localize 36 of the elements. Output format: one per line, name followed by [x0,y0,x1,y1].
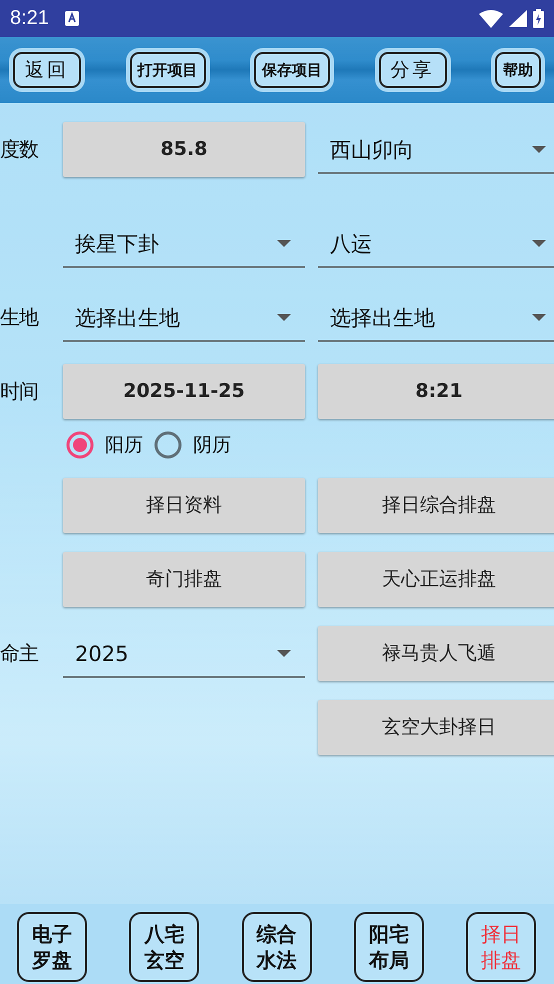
action-button[interactable]: 奇门排盘 [63,552,305,606]
field-label: 生地 [0,304,40,330]
action-button[interactable]: 天心正运排盘 [318,552,554,606]
value-button[interactable]: 2025-11-25 [63,364,305,418]
action-button[interactable]: 玄空大卦择日 [318,700,554,754]
dropdown-caret-icon [532,314,546,322]
dropdown-field[interactable]: 西山卯向 [318,128,554,174]
dropdown-caret-icon [532,240,546,248]
field-label: 时间 [0,378,39,404]
dropdown-field[interactable]: 选择出生地 [318,296,554,342]
field-label: 度数 [0,136,40,162]
signal-icon [509,10,527,27]
dropdown-caret-icon [277,314,291,322]
nav-button[interactable]: 阳宅布局 [354,912,424,982]
radio-option[interactable]: 阳历 [63,430,143,460]
wifi-icon [479,10,503,28]
dropdown-field[interactable]: 八运 [318,222,554,268]
clock-time: 8:21 [10,7,49,30]
dropdown-field[interactable]: 挨星下卦 [63,222,305,268]
nav-button[interactable]: 电子罗盘 [17,912,87,982]
dropdown-caret-icon [532,146,546,154]
nav-button[interactable]: 八宅玄空 [129,912,200,982]
action-button[interactable]: 择日综合排盘 [318,478,554,532]
dropdown-caret-icon [277,650,291,658]
value-button[interactable]: 8:21 [318,364,554,418]
action-button[interactable]: 禄马贵人飞遁 [318,626,554,680]
dropdown-field[interactable]: 2025 [63,632,305,678]
action-button[interactable]: 择日资料 [63,478,305,532]
value-button[interactable]: 85.8 [63,122,305,176]
dropdown-field[interactable]: 选择出生地 [63,296,305,342]
nav-button[interactable]: 综合水法 [242,912,312,982]
battery-icon [533,9,544,28]
radio-option[interactable]: 阴历 [151,430,231,460]
field-label: 命主 [0,640,40,666]
keyboard-notification-icon [64,11,79,26]
dropdown-caret-icon [277,240,291,248]
